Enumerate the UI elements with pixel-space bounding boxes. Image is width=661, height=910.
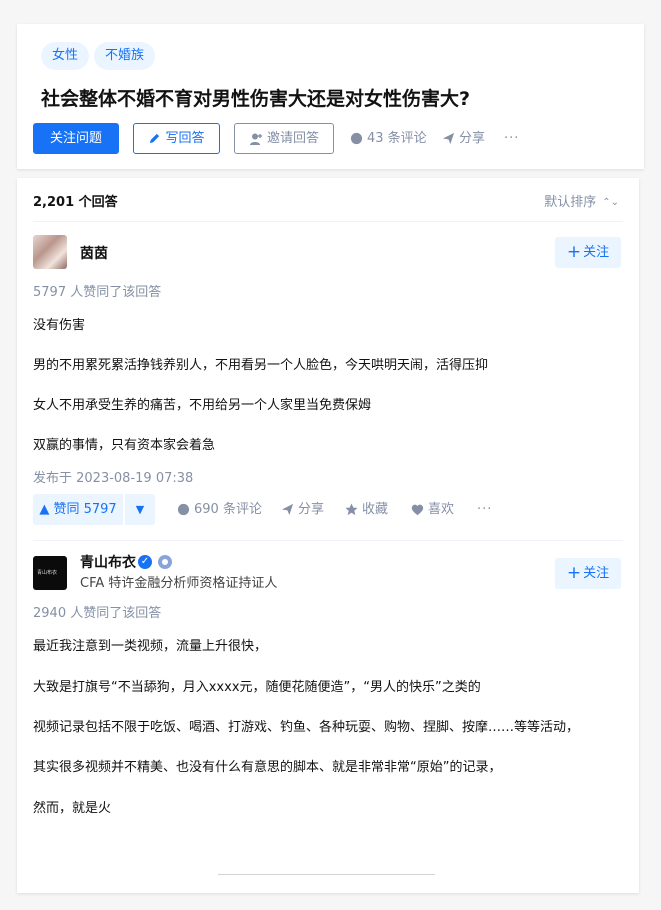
question-share-button[interactable]: 分享	[442, 123, 485, 154]
answer-paragraph: 其实很多视频并不精美、也没有什么有意思的脚本、就是非常非常“原始”的记录，	[33, 760, 502, 775]
sort-dropdown[interactable]: 默认排序 ⌃⌄	[544, 191, 619, 210]
share-icon	[281, 503, 294, 516]
plus-icon: +	[566, 242, 582, 262]
star-icon	[345, 503, 358, 516]
pencil-icon	[150, 133, 160, 144]
invite-answer-label: 邀请回答	[266, 131, 319, 146]
question-comments-button[interactable]: 43 条评论	[350, 123, 427, 154]
answer-paragraph: 没有伤害	[33, 318, 86, 333]
follow-author-label: 关注	[583, 566, 610, 581]
collect-label: 收藏	[362, 502, 389, 517]
answer-paragraph: 男的不用累死累活挣钱养别人，不用看另一个人脸色，今天哄明天闹，活得压抑	[33, 358, 489, 373]
question-comments-label: 43 条评论	[367, 131, 427, 146]
avatar[interactable]	[33, 235, 67, 269]
publish-time[interactable]: 发布于 2023-08-19 07:38	[33, 467, 193, 486]
votes-summary: 5797 人赞同了该回答	[33, 285, 162, 300]
follow-author-button[interactable]: + 关注	[555, 237, 621, 268]
heart-icon	[411, 504, 424, 516]
divider	[33, 221, 623, 222]
answer-share-label: 分享	[298, 502, 325, 517]
answer-share-button[interactable]: 分享	[281, 494, 324, 525]
upvote-button[interactable]: ▲ 赞同 5797	[33, 494, 123, 525]
invite-answer-button[interactable]: 邀请回答	[234, 123, 334, 154]
follow-author-label: 关注	[583, 245, 610, 260]
add-user-icon	[249, 133, 262, 145]
topic-tag[interactable]: 女性	[41, 42, 90, 70]
answer-paragraph: 女人不用承受生养的痛苦，不用给另一个人家里当免费保姆	[33, 398, 372, 413]
author-name[interactable]: 青山布衣	[80, 552, 136, 572]
question-more-button[interactable]: ···	[504, 123, 519, 154]
answer-paragraph: 最近我注意到一类视频，流量上升很快，	[33, 639, 268, 654]
like-button[interactable]: 喜欢	[411, 494, 454, 525]
answer-paragraph: 大致是打旗号“不当舔狗，月入xxxx元，随便花随便造”，“男人的快乐”之类的	[33, 680, 481, 695]
author-name[interactable]: 茵茵	[80, 243, 108, 263]
sort-label: 默认排序	[544, 195, 597, 210]
share-icon	[442, 132, 455, 145]
badge-icon[interactable]	[158, 555, 172, 569]
comment-icon	[350, 132, 363, 145]
answer-comments-label: 690 条评论	[194, 502, 262, 517]
answer-count: 2,201 个回答	[33, 195, 118, 210]
follow-question-button[interactable]: 关注问题	[33, 123, 119, 154]
answer-paragraph: 然而，就是火	[33, 801, 112, 816]
write-answer-button[interactable]: 写回答	[133, 123, 220, 154]
like-label: 喜欢	[428, 502, 455, 517]
question-title[interactable]: 社会整体不婚不育对男性伤害大还是对女性伤害大?	[41, 84, 470, 111]
collect-button[interactable]: 收藏	[345, 494, 388, 525]
answer-more-button[interactable]: ···	[477, 494, 492, 525]
plus-icon: +	[566, 563, 582, 583]
downvote-button[interactable]: ▼	[125, 494, 155, 525]
answer-comments-button[interactable]: 690 条评论	[177, 494, 262, 525]
question-share-label: 分享	[459, 131, 486, 146]
answer-paragraph: 视频记录包括不限于吃饭、喝酒、打游戏、钓鱼、各种玩耍、购物、捏脚、按摩……等等活…	[33, 720, 580, 735]
topic-tag[interactable]: 不婚族	[94, 42, 156, 70]
content-fade-divider	[218, 874, 435, 875]
avatar-text: 青山布衣	[37, 570, 58, 576]
author-headline: CFA 特许金融分析师资格证持证人	[80, 576, 278, 591]
question-card: 女性 不婚族 社会整体不婚不育对男性伤害大还是对女性伤害大? 关注问题 写回答 …	[17, 24, 644, 169]
answers-card: 2,201 个回答 默认排序 ⌃⌄ 茵茵 + 关注 5797 人赞同了该回答 没有伤…	[17, 178, 639, 893]
votes-summary: 2940 人赞同了该回答	[33, 606, 162, 621]
write-answer-label: 写回答	[165, 131, 205, 146]
sort-chevron-icon: ⌃⌄	[602, 197, 619, 208]
avatar[interactable]: 青山布衣	[33, 556, 67, 590]
divider	[33, 540, 623, 541]
answer-paragraph: 双赢的事情，只有资本家会着急	[33, 438, 216, 453]
comment-icon	[177, 503, 190, 516]
verified-check-icon[interactable]: ✓	[138, 555, 152, 569]
follow-author-button[interactable]: + 关注	[555, 558, 621, 589]
